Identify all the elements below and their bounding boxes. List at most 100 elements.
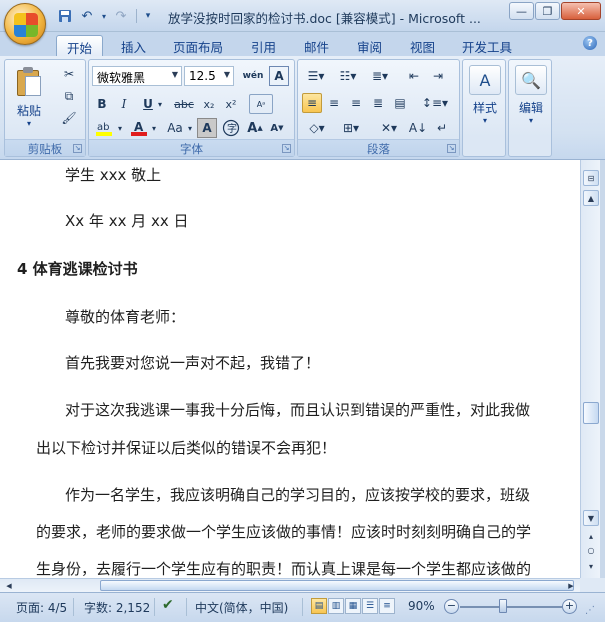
zoom-out-icon[interactable]: − bbox=[444, 599, 459, 614]
restore-icon[interactable]: ❐ bbox=[535, 2, 560, 20]
scroll-down-icon[interactable]: ▼ bbox=[583, 510, 599, 526]
paste-button[interactable]: 粘贴 ▾ bbox=[13, 66, 45, 128]
tab-view[interactable]: 视图 bbox=[410, 35, 435, 56]
horizontal-scrollbar[interactable]: ◀ ▶ bbox=[0, 578, 580, 592]
undo-icon[interactable]: ↶ bbox=[78, 7, 96, 25]
editing-button[interactable]: 🔍 编辑 ▾ bbox=[509, 65, 553, 125]
numbering-icon[interactable]: ☷▾ bbox=[334, 66, 362, 86]
character-border-icon[interactable]: A bbox=[269, 66, 289, 86]
text-highlight-icon[interactable]: ab bbox=[92, 118, 116, 138]
shrink-font-icon[interactable]: A ▼ bbox=[267, 118, 287, 138]
window-controls: — ❐ ✕ bbox=[509, 2, 601, 20]
print-layout-icon[interactable]: ▤ bbox=[311, 598, 327, 614]
tab-insert[interactable]: 插入 bbox=[121, 35, 146, 56]
dialog-launcher-icon[interactable]: ↘ bbox=[73, 144, 82, 153]
resize-grip-icon[interactable]: ⋰ bbox=[585, 605, 595, 616]
character-shading-icon[interactable]: A bbox=[197, 118, 217, 138]
line-spacing-icon[interactable]: ↕≡▾ bbox=[420, 93, 450, 113]
chevron-down-icon[interactable]: ▾ bbox=[149, 118, 159, 138]
editing-label: 编辑 bbox=[518, 101, 543, 115]
sort-icon[interactable]: A↓ bbox=[408, 118, 428, 138]
align-left-icon[interactable]: ≡ bbox=[302, 93, 322, 113]
browse-object-icon[interactable]: ○ bbox=[583, 542, 599, 558]
chevron-down-icon[interactable]: ▾ bbox=[185, 118, 195, 138]
distributed-icon[interactable]: ▤ bbox=[390, 93, 410, 113]
tab-mailings[interactable]: 邮件 bbox=[304, 35, 329, 56]
undo-dropdown-icon[interactable]: ▾ bbox=[100, 7, 108, 25]
full-screen-reading-icon[interactable]: ▥ bbox=[328, 598, 344, 614]
copy-icon[interactable]: ⧉ bbox=[59, 86, 79, 106]
chevron-down-icon[interactable]: ▾ bbox=[155, 94, 165, 114]
proofing-icon[interactable]: ✔ bbox=[162, 597, 174, 613]
next-page-icon[interactable]: ▾ bbox=[583, 558, 599, 574]
tab-review[interactable]: 审阅 bbox=[357, 35, 382, 56]
outline-view-icon[interactable]: ☰ bbox=[362, 598, 378, 614]
close-icon[interactable]: ✕ bbox=[561, 2, 601, 20]
show-marks-icon[interactable]: ↵ bbox=[432, 118, 452, 138]
web-layout-icon[interactable]: ▦ bbox=[345, 598, 361, 614]
tab-references[interactable]: 引用 bbox=[251, 35, 276, 56]
clipboard-group: 粘贴 ▾ ✂ ⧉ 🖌 剪贴板 ↘ bbox=[4, 59, 86, 157]
styles-button[interactable]: A 样式 ▾ bbox=[463, 65, 507, 125]
borders-icon[interactable]: ⊞▾ bbox=[336, 118, 366, 138]
word-count[interactable]: 字数: 2,152 bbox=[84, 599, 150, 616]
font-name-combo[interactable]: 微软雅黑 ▼ bbox=[92, 66, 182, 86]
scroll-left-icon[interactable]: ◀ bbox=[2, 579, 16, 592]
chinese-layout-icon[interactable]: ✕▾ bbox=[374, 118, 404, 138]
save-icon[interactable] bbox=[56, 7, 74, 25]
scroll-up-icon[interactable]: ▲ bbox=[583, 190, 599, 206]
vertical-scroll-thumb[interactable] bbox=[583, 402, 599, 424]
align-right-icon[interactable]: ≡ bbox=[346, 93, 366, 113]
justify-icon[interactable]: ≣ bbox=[368, 93, 388, 113]
redo-icon[interactable]: ↷ bbox=[112, 7, 130, 25]
font-color-icon[interactable]: A bbox=[129, 118, 149, 138]
dialog-launcher-icon[interactable]: ↘ bbox=[282, 144, 291, 153]
chevron-down-icon[interactable]: ▾ bbox=[115, 118, 125, 138]
zoom-level[interactable]: 90% bbox=[408, 599, 435, 613]
doc-line: 作为一名学生，我应该明确自己的学习目的，应该按学校的要求，班级 bbox=[65, 486, 531, 504]
format-painter-icon[interactable]: 🖌 bbox=[59, 108, 79, 128]
tab-developer[interactable]: 开发工具 bbox=[462, 35, 512, 56]
font-group: 微软雅黑 ▼ 12.5 ▼ wén A B I U ▾ abc x₂ x² Aᵃ… bbox=[88, 59, 295, 157]
multilevel-list-icon[interactable]: ≣▾ bbox=[366, 66, 394, 86]
office-button[interactable] bbox=[4, 3, 46, 45]
zoom-in-icon[interactable]: + bbox=[562, 599, 577, 614]
grow-font-icon[interactable]: A ▲ bbox=[245, 118, 265, 138]
zoom-slider-track[interactable] bbox=[460, 606, 562, 608]
subscript-button[interactable]: x₂ bbox=[199, 94, 219, 114]
draft-view-icon[interactable]: ≡ bbox=[379, 598, 395, 614]
paragraph-group-label: 段落 bbox=[298, 139, 459, 156]
document-page[interactable]: 学生 xxx 敬上 Xx 年 xx 月 xx 日 4 体育逃课检讨书 尊敬的体育… bbox=[0, 160, 580, 578]
help-icon[interactable]: ? bbox=[583, 36, 597, 50]
italic-button[interactable]: I bbox=[114, 94, 134, 114]
chevron-down-icon[interactable]: ▾ bbox=[143, 7, 153, 25]
page-indicator[interactable]: 页面: 4/5 bbox=[16, 599, 67, 616]
zoom-slider-thumb[interactable] bbox=[499, 599, 507, 613]
horizontal-scroll-thumb[interactable] bbox=[100, 580, 574, 591]
ruler-toggle-icon[interactable]: ⊟ bbox=[583, 170, 599, 186]
dialog-launcher-icon[interactable]: ↘ bbox=[447, 144, 456, 153]
font-size-combo[interactable]: 12.5 ▼ bbox=[184, 66, 234, 86]
clear-formatting-icon[interactable]: Aᵃ bbox=[249, 94, 273, 114]
cut-icon[interactable]: ✂ bbox=[59, 64, 79, 84]
bullets-icon[interactable]: ☰▾ bbox=[302, 66, 330, 86]
superscript-button[interactable]: x² bbox=[221, 94, 241, 114]
increase-indent-icon[interactable]: ⇥ bbox=[428, 66, 448, 86]
enclose-characters-icon[interactable]: 字 bbox=[221, 118, 241, 138]
strikethrough-button[interactable]: abc bbox=[171, 94, 197, 114]
chevron-down-icon: ▾ bbox=[482, 116, 487, 125]
tab-home[interactable]: 开始 bbox=[56, 35, 104, 56]
doc-heading: 4 体育逃课检讨书 bbox=[17, 260, 138, 278]
language-indicator[interactable]: 中文(简体，中国) bbox=[195, 599, 288, 616]
doc-line: 首先我要对您说一声对不起，我错了！ bbox=[65, 354, 321, 372]
tab-page-layout[interactable]: 页面布局 bbox=[173, 35, 223, 56]
bold-button[interactable]: B bbox=[92, 94, 112, 114]
shading-icon[interactable]: ◇▾ bbox=[302, 118, 332, 138]
decrease-indent-icon[interactable]: ⇤ bbox=[404, 66, 424, 86]
chevron-down-icon[interactable]: ▾ bbox=[13, 119, 45, 128]
phonetic-guide-icon[interactable]: wén bbox=[241, 66, 265, 86]
minimize-icon[interactable]: — bbox=[509, 2, 534, 20]
scroll-right-icon[interactable]: ▶ bbox=[564, 579, 578, 592]
align-center-icon[interactable]: ≡ bbox=[324, 93, 344, 113]
vertical-scrollbar[interactable]: ⊟ ▲ ▼ ▴ ○ ▾ bbox=[580, 160, 600, 578]
